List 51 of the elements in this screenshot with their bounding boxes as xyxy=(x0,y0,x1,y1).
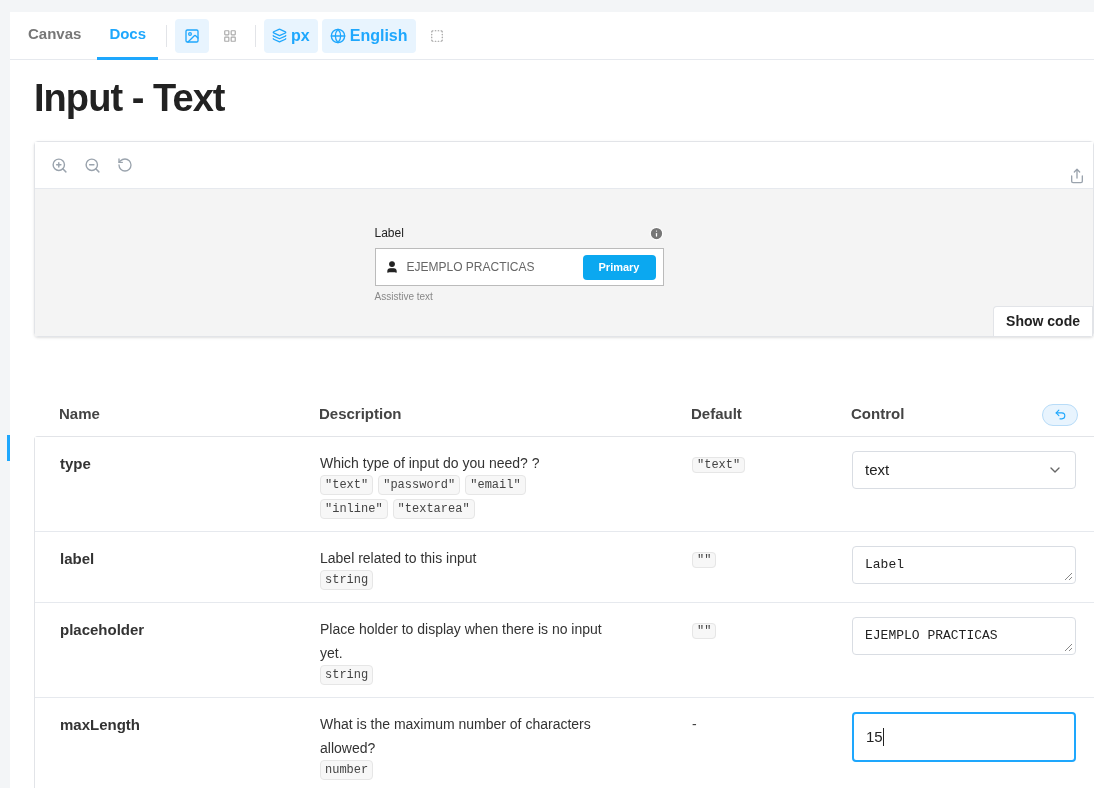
assistive-text: Assistive text xyxy=(374,290,434,304)
select-field[interactable]: text xyxy=(852,451,1076,489)
arg-description: What is the maximum number of characters allowed? xyxy=(320,715,592,758)
field-label: Label xyxy=(374,225,404,242)
column-header: Control xyxy=(851,404,905,425)
info-icon xyxy=(648,225,664,241)
undo-icon xyxy=(1053,408,1067,421)
resize-handle-icon xyxy=(1064,643,1073,652)
type-tag: string xyxy=(320,665,374,685)
type-tag: "textarea" xyxy=(392,499,475,519)
arg-name: type xyxy=(60,454,92,474)
arg-description: Which type of input do you need? ? xyxy=(320,454,541,473)
tab[interactable]: Canvas xyxy=(16,11,94,60)
arg-description: Place holder to display when there is no input yet. xyxy=(320,620,603,663)
text-input[interactable]: EJEMPLO PRACTICAS Primary xyxy=(374,248,664,286)
arg-description: Label related to this input xyxy=(320,549,478,568)
dashed-square-icon xyxy=(429,28,444,43)
reset-zoom-icon[interactable] xyxy=(117,157,133,173)
reset-button[interactable] xyxy=(1042,403,1078,426)
default-value: - xyxy=(692,716,697,732)
number-field[interactable]: 15 xyxy=(852,712,1076,762)
column-header: Default xyxy=(691,404,742,425)
zoom-out-icon[interactable] xyxy=(84,156,101,174)
default-value: "text" xyxy=(692,457,746,473)
page-title: Input - Text xyxy=(34,76,226,121)
arg-name: maxLength xyxy=(60,715,141,735)
select-value: text xyxy=(865,459,890,480)
arg-name: placeholder xyxy=(60,620,146,640)
type-tag: "inline" xyxy=(320,499,388,519)
column-header: Name xyxy=(59,404,100,425)
default-value: "" xyxy=(692,552,717,568)
type-tag: number xyxy=(320,760,374,780)
globe-icon xyxy=(329,27,346,44)
type-tag: "email" xyxy=(465,475,526,495)
default-value: "" xyxy=(692,623,717,639)
column-header: Description xyxy=(319,404,402,425)
grid-icon xyxy=(223,28,238,43)
resize-handle-icon xyxy=(1064,572,1073,581)
toolbar-button[interactable] xyxy=(175,18,210,53)
type-tag: string xyxy=(320,570,374,590)
user-icon xyxy=(384,260,399,274)
type-tag: "password" xyxy=(378,475,461,495)
share-icon[interactable] xyxy=(1069,168,1085,184)
textarea-field[interactable]: EJEMPLO PRACTICAS xyxy=(852,617,1076,655)
zoom-in-icon[interactable] xyxy=(51,156,68,174)
image-icon xyxy=(184,27,201,44)
type-tag: "text" xyxy=(320,475,374,495)
textarea-field[interactable]: Label xyxy=(852,546,1076,584)
show-code-button[interactable]: Show code xyxy=(993,306,1093,336)
arg-name: label xyxy=(60,549,96,569)
layers-icon xyxy=(272,28,288,43)
